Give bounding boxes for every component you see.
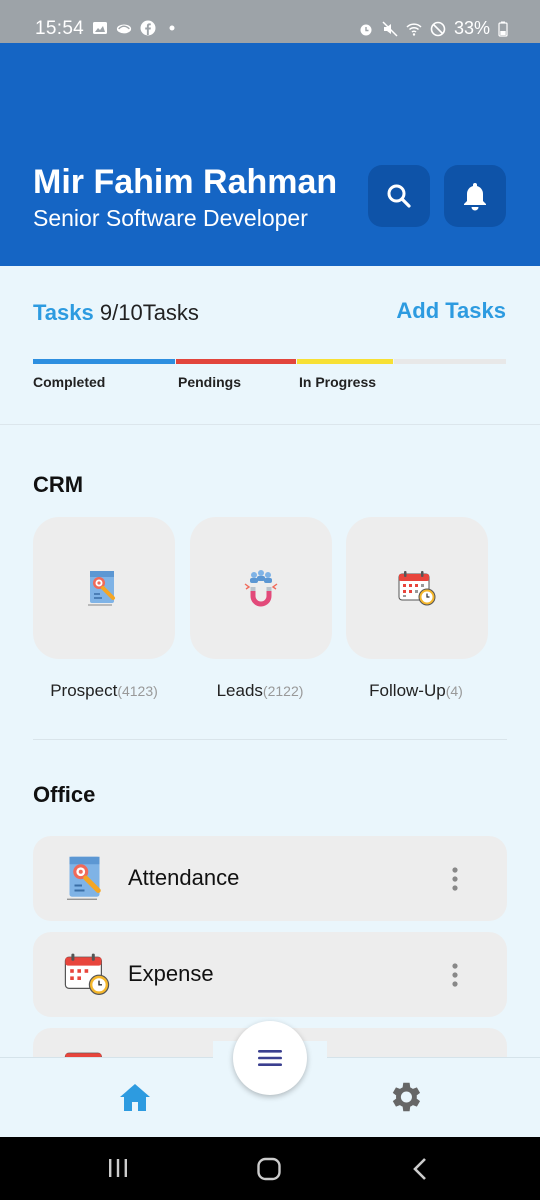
follow-up-card[interactable]: [346, 517, 488, 659]
more-vert-icon[interactable]: [451, 962, 459, 988]
facebook-icon: [140, 20, 156, 36]
image-icon: [93, 22, 107, 34]
progress-pending-bar: [176, 359, 296, 364]
profile-header: Mir Fahim Rahman Senior Software Develop…: [0, 43, 540, 266]
prospect-card[interactable]: [33, 517, 175, 659]
expense-icon-wrap: [61, 948, 113, 1000]
progress-completed-bar: [33, 359, 175, 364]
office-title: Office: [33, 782, 96, 807]
prospect-count: (4123): [117, 683, 158, 699]
expense-item[interactable]: Expense: [33, 932, 507, 1017]
tasks-label: Tasks: [33, 300, 94, 325]
expense-label: Expense: [128, 961, 214, 986]
tasks-title: Tasks 9/10Tasks: [33, 300, 199, 326]
progress-inprogress-bar: [297, 359, 393, 364]
leads-magnet-icon: [244, 570, 278, 607]
bell-icon: [464, 183, 486, 211]
leads-label: Leads(2122): [180, 681, 340, 701]
alarm-icon: [360, 24, 372, 35]
progress-completed-label: Completed: [33, 374, 106, 390]
home-icon[interactable]: [117, 1080, 153, 1116]
attendance-label: Attendance: [128, 865, 240, 890]
attendance-item[interactable]: Attendance: [33, 836, 507, 921]
notifications-button[interactable]: [444, 165, 506, 227]
back-icon[interactable]: [410, 1157, 430, 1181]
wifi-icon: [406, 22, 422, 36]
calendar-clock-icon: [398, 571, 436, 606]
dnd-icon: [430, 21, 446, 36]
add-tasks-button[interactable]: Add Tasks: [396, 298, 506, 324]
leads-count: (2122): [262, 683, 304, 699]
search-icon: [387, 184, 411, 208]
prospect-name: Prospect: [50, 681, 118, 700]
settings-icon[interactable]: [386, 1078, 424, 1116]
status-bar: 15:54 33%: [0, 0, 540, 43]
crm-title: CRM: [33, 472, 84, 497]
system-navigation-bar: [0, 1137, 540, 1200]
menu-fab-button[interactable]: [233, 1021, 307, 1095]
more-vert-icon[interactable]: [451, 866, 459, 892]
section-divider: [0, 424, 540, 425]
menu-icon: [258, 1050, 282, 1066]
dot-icon: [169, 25, 175, 31]
user-name: Mir Fahim Rahman: [33, 163, 338, 201]
battery-percent: 33%: [453, 18, 490, 38]
progress-inprogress-label: In Progress: [299, 374, 377, 390]
crm-divider: [33, 739, 507, 740]
status-time: 15:54: [35, 18, 85, 39]
search-button[interactable]: [368, 165, 430, 227]
prospect-icon: [88, 571, 115, 606]
user-role: Senior Software Developer: [33, 205, 308, 231]
prospect-label: Prospect(4123): [24, 681, 184, 701]
tasks-count: 9/10Tasks: [99, 300, 199, 325]
progress-pending-label: Pendings: [178, 374, 242, 390]
tasks-summary: Tasks 9/10Tasks Add Tasks Completed Pend…: [0, 266, 540, 424]
home-button-icon[interactable]: [256, 1157, 282, 1181]
battery-icon: [498, 21, 508, 37]
mute-icon: [382, 20, 398, 37]
follow-up-name: Follow-Up: [369, 681, 446, 700]
calendar-clock-icon: [64, 953, 110, 995]
status-left-icons: [92, 20, 180, 36]
attendance-icon: [67, 856, 101, 900]
attendance-icon-wrap: [61, 852, 113, 904]
recent-apps-icon[interactable]: [106, 1157, 130, 1179]
cloud-icon: [116, 24, 132, 34]
follow-up-count: (4): [445, 683, 463, 699]
progress-remaining-bar: [394, 359, 506, 364]
leads-name: Leads: [216, 681, 263, 700]
status-right-icons: 33%: [358, 18, 508, 39]
follow-up-label: Follow-Up(4): [336, 681, 496, 701]
leads-card[interactable]: [190, 517, 332, 659]
